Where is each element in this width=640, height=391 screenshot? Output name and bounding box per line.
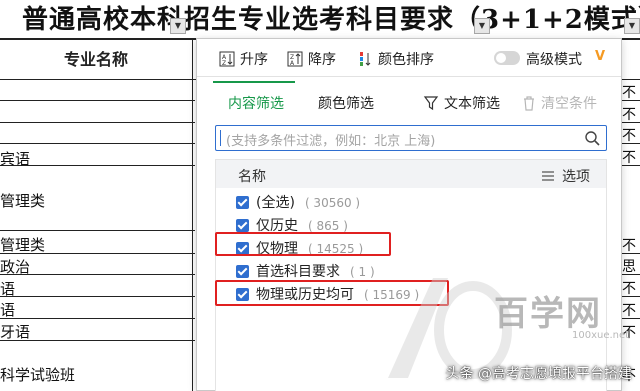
sort-ascending-label: 升序: [240, 52, 268, 68]
table-cell[interactable]: 宾语: [0, 148, 30, 169]
row-divider: [0, 143, 195, 144]
list-item[interactable]: (全选) ( 30560 ): [216, 191, 606, 213]
row-divider: [0, 318, 195, 319]
funnel-icon: [423, 96, 439, 111]
table-cell[interactable]: 不: [622, 125, 640, 145]
color-sort-icon: [360, 52, 371, 66]
sort-descending-label: 降序: [308, 52, 336, 68]
search-placeholder: (支持多条件过滤，例如：北京 上海): [226, 134, 436, 149]
table-cell[interactable]: 不: [622, 82, 640, 102]
text-caret: [220, 130, 221, 146]
table-cell[interactable]: 不: [622, 278, 640, 298]
tab-content-filter[interactable]: 内容筛选: [228, 93, 284, 113]
list-header: 名称 选项: [216, 160, 606, 188]
filter-search-input[interactable]: (支持多条件过滤，例如：北京 上海): [215, 125, 607, 151]
options-button[interactable]: 选项: [542, 166, 590, 186]
filter-dropdown-icon[interactable]: ▼: [170, 18, 186, 34]
trash-icon: [524, 96, 534, 111]
list-item-label: (全选): [256, 195, 295, 211]
active-tab-indicator: [213, 81, 295, 83]
list-header-name: 名称: [238, 169, 266, 185]
sort-descending-icon: Z A: [287, 51, 303, 67]
row-divider: [0, 230, 195, 231]
watermark-url: 100xue.net: [572, 330, 630, 341]
list-item-text: (全选) ( 30560 ): [256, 192, 360, 212]
search-icon[interactable]: [584, 130, 600, 146]
row-divider: [0, 296, 195, 297]
table-cell[interactable]: 不: [622, 104, 640, 124]
options-label: 选项: [562, 169, 590, 185]
sort-descending-button[interactable]: Z A 降序: [287, 49, 336, 69]
filter-toolbar: A Z 升序 Z A 降序 颜色排序 高级模式 V: [197, 39, 621, 77]
list-item-count: ( 30560 ): [304, 196, 361, 210]
table-cell[interactable]: 科学试验班: [0, 364, 75, 385]
list-item-text: 首选科目要求 ( 1 ): [256, 261, 375, 281]
vip-crown-icon: V: [595, 49, 606, 64]
clear-conditions-button[interactable]: 清空条件: [522, 93, 597, 113]
list-item-count: ( 865 ): [308, 219, 348, 233]
filter-dropdown-icon[interactable]: ▼: [474, 18, 490, 34]
list-item-label: 首选科目要求: [256, 264, 340, 280]
table-cell[interactable]: 不: [622, 235, 640, 255]
svg-text:Z: Z: [222, 60, 226, 67]
checkbox-checked[interactable]: [236, 195, 249, 209]
menu-lines-icon: [542, 171, 554, 181]
table-cell[interactable]: 语: [0, 278, 15, 299]
table-cell[interactable]: 管理类: [0, 190, 45, 211]
table-cell[interactable]: 政治: [0, 256, 30, 277]
sort-ascending-icon: A Z: [219, 51, 235, 67]
tab-color-filter[interactable]: 颜色筛选: [318, 93, 374, 113]
advanced-mode-label[interactable]: 高级模式: [526, 49, 582, 69]
row-divider: [0, 122, 195, 123]
table-cell[interactable]: 不: [622, 300, 640, 320]
table-cell[interactable]: 思: [622, 256, 640, 276]
text-filter-button[interactable]: 文本筛选: [423, 93, 500, 113]
sheet-title: 普通高校本科招生专业选考科目要求（3+1+2模式）: [22, 5, 640, 35]
column-header-major-name[interactable]: 专业名称: [0, 40, 192, 80]
color-sort-button[interactable]: 颜色排序: [357, 49, 434, 69]
sort-ascending-button[interactable]: A Z 升序: [219, 49, 268, 69]
source-credit: 头条 @高考志愿填报平台搭建: [445, 366, 632, 382]
text-filter-label: 文本筛选: [444, 96, 500, 112]
checkbox-checked[interactable]: [236, 218, 249, 232]
table-cell[interactable]: 管理类: [0, 234, 45, 255]
table-cell[interactable]: 不: [622, 147, 640, 167]
watermark-brand: 百学网: [494, 294, 602, 334]
list-item-count: ( 1 ): [350, 265, 375, 279]
highlight-box-physics-only: [215, 232, 391, 256]
checkbox-checked[interactable]: [236, 264, 249, 278]
row-divider: [0, 100, 195, 101]
filter-dropdown-icon[interactable]: ▼: [624, 18, 640, 34]
clear-conditions-label: 清空条件: [541, 96, 597, 112]
filter-tabs: 内容筛选 颜色筛选 文本筛选 清空条件: [197, 77, 621, 121]
advanced-mode-toggle[interactable]: [494, 51, 520, 65]
column-divider: [192, 38, 193, 391]
table-cell[interactable]: 牙语: [0, 321, 30, 342]
table-cell[interactable]: 语: [0, 299, 15, 320]
color-sort-label: 颜色排序: [378, 52, 434, 68]
